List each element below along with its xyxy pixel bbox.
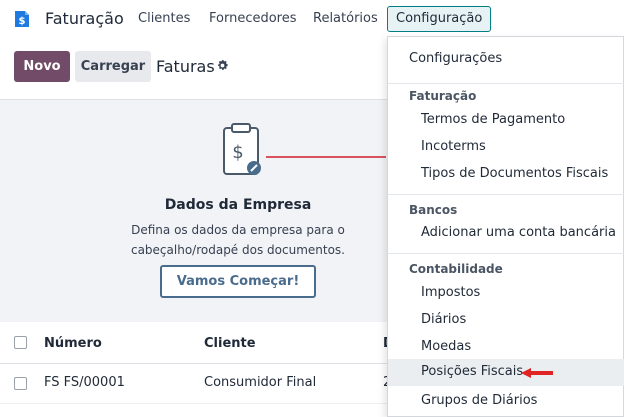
upload-button[interactable]: Carregar <box>75 51 151 82</box>
get-started-button[interactable]: Vamos Começar! <box>160 265 316 298</box>
cell-cliente: Consumidor Final <box>204 375 317 390</box>
progress-connector <box>266 156 386 158</box>
app-title[interactable]: Faturação <box>45 9 124 28</box>
dd-item-moedas[interactable]: Moedas <box>388 334 624 361</box>
dd-header-contabilidade: Contabilidade <box>409 262 503 276</box>
svg-text:$: $ <box>19 16 26 27</box>
menu-fornecedores[interactable]: Fornecedores <box>209 11 297 26</box>
dd-item-posicoes-fiscais-label: Posições Fiscais <box>421 364 524 379</box>
svg-text:$: $ <box>232 142 243 163</box>
select-all-checkbox[interactable] <box>14 336 27 349</box>
dd-item-diarios[interactable]: Diários <box>388 307 624 334</box>
row-checkbox[interactable] <box>14 377 27 390</box>
dd-item-grupos-diarios[interactable]: Grupos de Diários <box>388 388 624 415</box>
dd-item-incoterms[interactable]: Incoterms <box>388 134 624 161</box>
helper-desc-line1: Defina os dados da empresa para o <box>131 223 345 237</box>
menu-clientes[interactable]: Clientes <box>138 11 190 26</box>
dd-separator <box>388 194 624 195</box>
dd-item-termos-pagamento[interactable]: Termos de Pagamento <box>388 107 624 134</box>
dd-item-impostos[interactable]: Impostos <box>388 280 624 307</box>
page-title: Faturas <box>156 57 215 76</box>
dollar-document-icon[interactable]: $ <box>12 9 32 29</box>
dd-item-posicoes-fiscais[interactable]: Posições Fiscais <box>388 359 624 386</box>
dd-separator <box>388 83 624 84</box>
dd-item-adicionar-conta-bancaria[interactable]: Adicionar uma conta bancária <box>388 220 624 247</box>
column-numero[interactable]: Número <box>44 336 102 351</box>
dd-separator <box>388 253 624 254</box>
column-cliente[interactable]: Cliente <box>204 336 256 351</box>
configuracao-dropdown: Configurações Faturação Termos de Pagame… <box>387 36 624 417</box>
menu-relatorios[interactable]: Relatórios <box>313 11 378 26</box>
menu-configuracao[interactable]: Configuração <box>387 6 492 32</box>
dd-item-configuracoes[interactable]: Configurações <box>388 46 624 73</box>
helper-description: Defina os dados da empresa para o cabeça… <box>118 220 358 260</box>
invoice-illustration-icon: $ <box>223 123 261 175</box>
dd-item-tipos-documentos-fiscais[interactable]: Tipos de Documentos Fiscais <box>388 161 624 188</box>
new-button[interactable]: Novo <box>14 51 70 82</box>
red-arrow-pointer-icon <box>521 368 553 378</box>
gear-icon[interactable] <box>216 59 229 72</box>
top-navbar: $ Faturação Clientes Fornecedores Relató… <box>0 0 624 38</box>
helper-desc-line2: cabeçalho/rodapé dos documentos. <box>130 243 345 257</box>
dd-header-faturacao: Faturação <box>409 89 477 103</box>
dd-header-bancos: Bancos <box>409 203 458 217</box>
cell-numero: FS FS/00001 <box>44 375 125 390</box>
